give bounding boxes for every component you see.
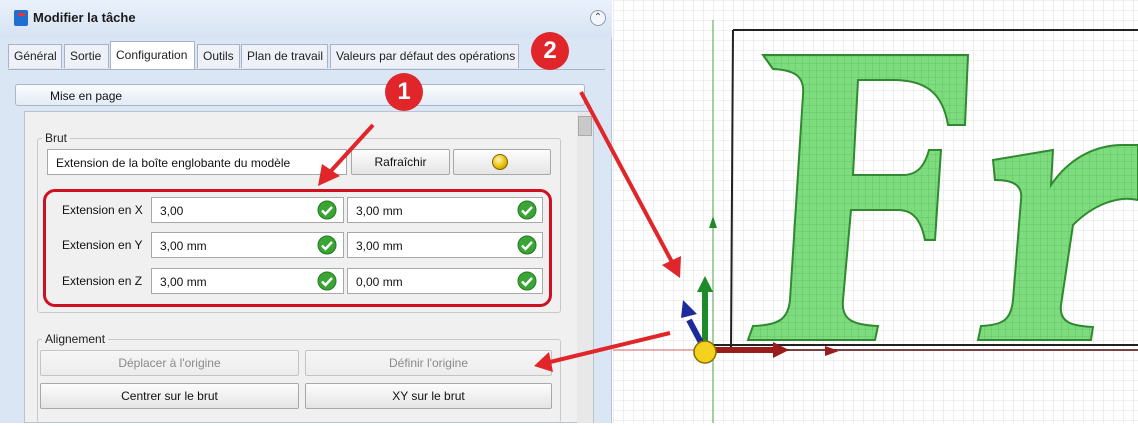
brut-group-label: Brut <box>42 131 71 145</box>
tab-configuration[interactable]: Configuration <box>110 41 195 69</box>
task-app-icon <box>14 10 28 26</box>
annotation-badge-2: 2 <box>531 32 569 70</box>
annotation-badge-1: 1 <box>385 73 423 111</box>
task-dialog: Modifier la tâche ⌃ Général Sortie Confi… <box>0 0 612 423</box>
tab-sortie[interactable]: Sortie <box>64 44 109 68</box>
move-to-origin-button[interactable]: Déplacer à l'origine <box>40 350 299 376</box>
highlight-frame <box>43 189 552 307</box>
collapse-icon[interactable]: ⌃ <box>590 10 606 26</box>
define-origin-button[interactable]: Définir l'origine <box>305 350 552 376</box>
viewport-canvas <box>613 0 1138 423</box>
alignement-group-label: Alignement <box>42 332 109 346</box>
3d-viewport[interactable] <box>613 0 1138 423</box>
section-header-mise-en-page[interactable]: Mise en page <box>15 84 585 106</box>
brut-mode-value: Extension de la boîte englobante du modè… <box>56 156 291 170</box>
refresh-button[interactable]: Rafraîchir <box>351 149 450 175</box>
scrollbar-thumb[interactable] <box>578 116 592 136</box>
vertical-scrollbar[interactable] <box>577 112 593 423</box>
tab-plan-de-travail[interactable]: Plan de travail <box>241 44 328 68</box>
dialog-title: Modifier la tâche <box>33 10 136 25</box>
status-light-icon <box>492 154 508 170</box>
dialog-titlebar: Modifier la tâche ⌃ <box>0 0 612 38</box>
center-on-stock-button[interactable]: Centrer sur le brut <box>40 383 299 409</box>
tab-outils[interactable]: Outils <box>197 44 240 68</box>
tab-valeurs-par-defaut[interactable]: Valeurs par défaut des opérations <box>330 44 519 68</box>
xy-on-stock-button[interactable]: XY sur le brut <box>305 383 552 409</box>
tab-divider <box>8 69 605 70</box>
tab-general[interactable]: Général <box>8 44 62 68</box>
brut-mode-select[interactable]: Extension de la boîte englobante du modè… <box>47 149 347 175</box>
section-title: Mise en page <box>50 89 123 103</box>
